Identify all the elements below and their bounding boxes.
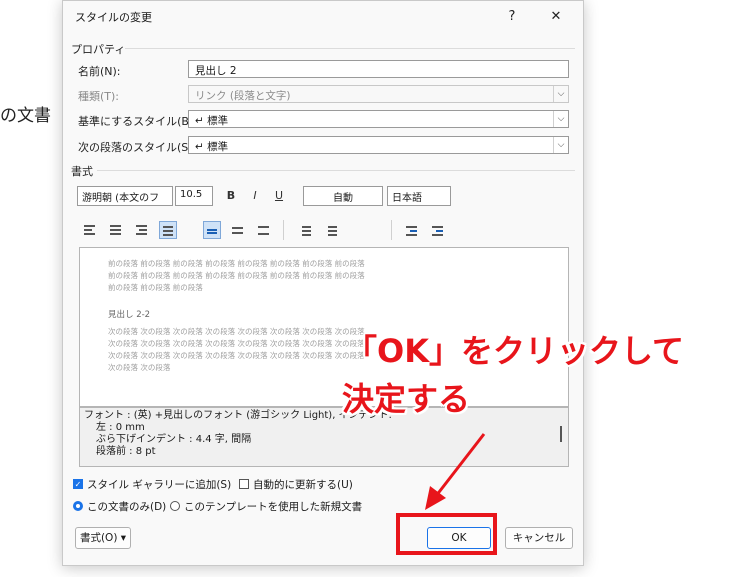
font-size-select[interactable]: 10.5	[175, 186, 213, 206]
base-style-value: ↵ 標準	[195, 115, 229, 127]
description-line: 左 : 0 mm	[96, 422, 145, 433]
name-label: 名前(N):	[78, 65, 121, 78]
decrease-indent-icon[interactable]	[403, 221, 421, 239]
background-document-text: の文書	[0, 106, 51, 126]
style-description: フォント : (英) +見出しのフォント (游ゴシック Light), インデン…	[79, 407, 569, 467]
divider	[125, 48, 575, 49]
description-line: 段落前 : 8 pt	[96, 446, 156, 457]
font-select[interactable]: 游明朝 (本文のフ	[77, 186, 173, 206]
this-document-radio[interactable]	[73, 501, 83, 511]
description-line: ぶら下げインデント : 4.4 字, 間隔	[96, 434, 252, 445]
add-to-gallery-label: スタイル ギャラリーに追加(S)	[87, 479, 232, 491]
preview-next-line: 次の段落 次の段落 次の段落 次の段落 次の段落 次の段落 次の段落 次の段落	[108, 339, 365, 348]
modify-style-dialog: スタイルの変更 ? ✕ プロパティ 名前(N): 見出し 2 種類(T): リン…	[62, 0, 584, 566]
divider	[97, 170, 575, 171]
help-button[interactable]: ?	[497, 6, 527, 28]
this-document-label: この文書のみ(D)	[87, 501, 167, 513]
type-value: リンク (段落と文字)	[195, 90, 291, 102]
font-value: 游明朝 (本文のフ	[82, 193, 160, 204]
language-select[interactable]: 日本語	[387, 186, 451, 206]
align-right-icon[interactable]	[133, 221, 151, 239]
language-value: 日本語	[392, 193, 422, 204]
chevron-down-icon: ⌵	[553, 137, 568, 153]
template-radio[interactable]	[170, 501, 180, 511]
preview-heading: 見出し 2-2	[108, 310, 151, 320]
preview-prev-line: 前の段落 前の段落 前の段落 前の段落 前の段落 前の段落 前の段落 前の段落	[108, 271, 365, 280]
next-style-value: ↵ 標準	[195, 141, 229, 153]
preview-next-line: 次の段落 次の段落 次の段落 次の段落 次の段落 次の段落 次の段落 次の段落	[108, 327, 365, 336]
format-menu-button[interactable]: 書式(O) ▾	[75, 527, 131, 549]
type-select: リンク (段落と文字) ⌵	[188, 85, 569, 103]
preview-next-line: 次の段落 次の段落 次の段落 次の段落 次の段落 次の段落 次の段落 次の段落	[108, 351, 365, 360]
scrollbar-thumb[interactable]	[560, 426, 562, 442]
chevron-down-icon: ⌵	[553, 86, 568, 102]
line-spacing-1-5-icon[interactable]	[229, 221, 247, 239]
preview-prev-line: 前の段落 前の段落 前の段落 前の段落 前の段落 前の段落 前の段落 前の段落	[108, 259, 365, 268]
auto-update-label: 自動的に更新する(U)	[253, 479, 353, 491]
divider	[391, 220, 392, 240]
dialog-title: スタイルの変更	[75, 11, 152, 24]
template-label: このテンプレートを使用した新規文書	[184, 501, 363, 513]
highlight-frame	[396, 513, 497, 555]
annotation-instruction-2: 決定する	[342, 380, 471, 418]
space-after-icon[interactable]	[321, 221, 339, 239]
space-before-icon[interactable]	[295, 221, 313, 239]
justify-icon[interactable]	[159, 221, 177, 239]
next-style-label: 次の段落のスタイル(S):	[78, 141, 197, 154]
underline-button[interactable]: U	[271, 186, 287, 206]
next-style-select[interactable]: ↵ 標準 ⌵	[188, 136, 569, 154]
divider	[283, 220, 284, 240]
base-style-select[interactable]: ↵ 標準 ⌵	[188, 110, 569, 128]
increase-indent-icon[interactable]	[429, 221, 447, 239]
description-line: フォント : (英) +見出しのフォント (游ゴシック Light), インデン…	[84, 410, 392, 421]
font-color-value: 自動	[333, 193, 353, 204]
chevron-down-icon: ⌵	[553, 111, 568, 127]
auto-update-checkbox[interactable]	[239, 479, 249, 489]
font-color-select[interactable]: 自動	[303, 186, 383, 206]
line-spacing-single-icon[interactable]	[203, 221, 221, 239]
preview-prev-line: 前の段落 前の段落 前の段落	[108, 283, 203, 292]
annotation-instruction: 「OK」をクリックして	[345, 332, 685, 370]
preview-next-line: 次の段落 次の段落	[108, 363, 171, 372]
close-button[interactable]: ✕	[541, 6, 571, 28]
align-center-icon[interactable]	[107, 221, 125, 239]
add-to-gallery-checkbox[interactable]: ✓	[73, 479, 83, 489]
italic-button[interactable]: I	[247, 186, 263, 206]
name-field[interactable]: 見出し 2	[188, 60, 569, 78]
type-label: 種類(T):	[78, 90, 120, 103]
dialog-titlebar: スタイルの変更 ? ✕	[63, 1, 583, 35]
line-spacing-double-icon[interactable]	[255, 221, 273, 239]
font-size-value: 10.5	[180, 189, 203, 200]
properties-section-title: プロパティ	[71, 43, 126, 56]
align-left-icon[interactable]	[81, 221, 99, 239]
bold-button[interactable]: B	[223, 186, 239, 206]
cancel-button[interactable]: キャンセル	[505, 527, 573, 549]
format-section-title: 書式	[71, 165, 93, 178]
base-style-label: 基準にするスタイル(B):	[78, 115, 197, 128]
